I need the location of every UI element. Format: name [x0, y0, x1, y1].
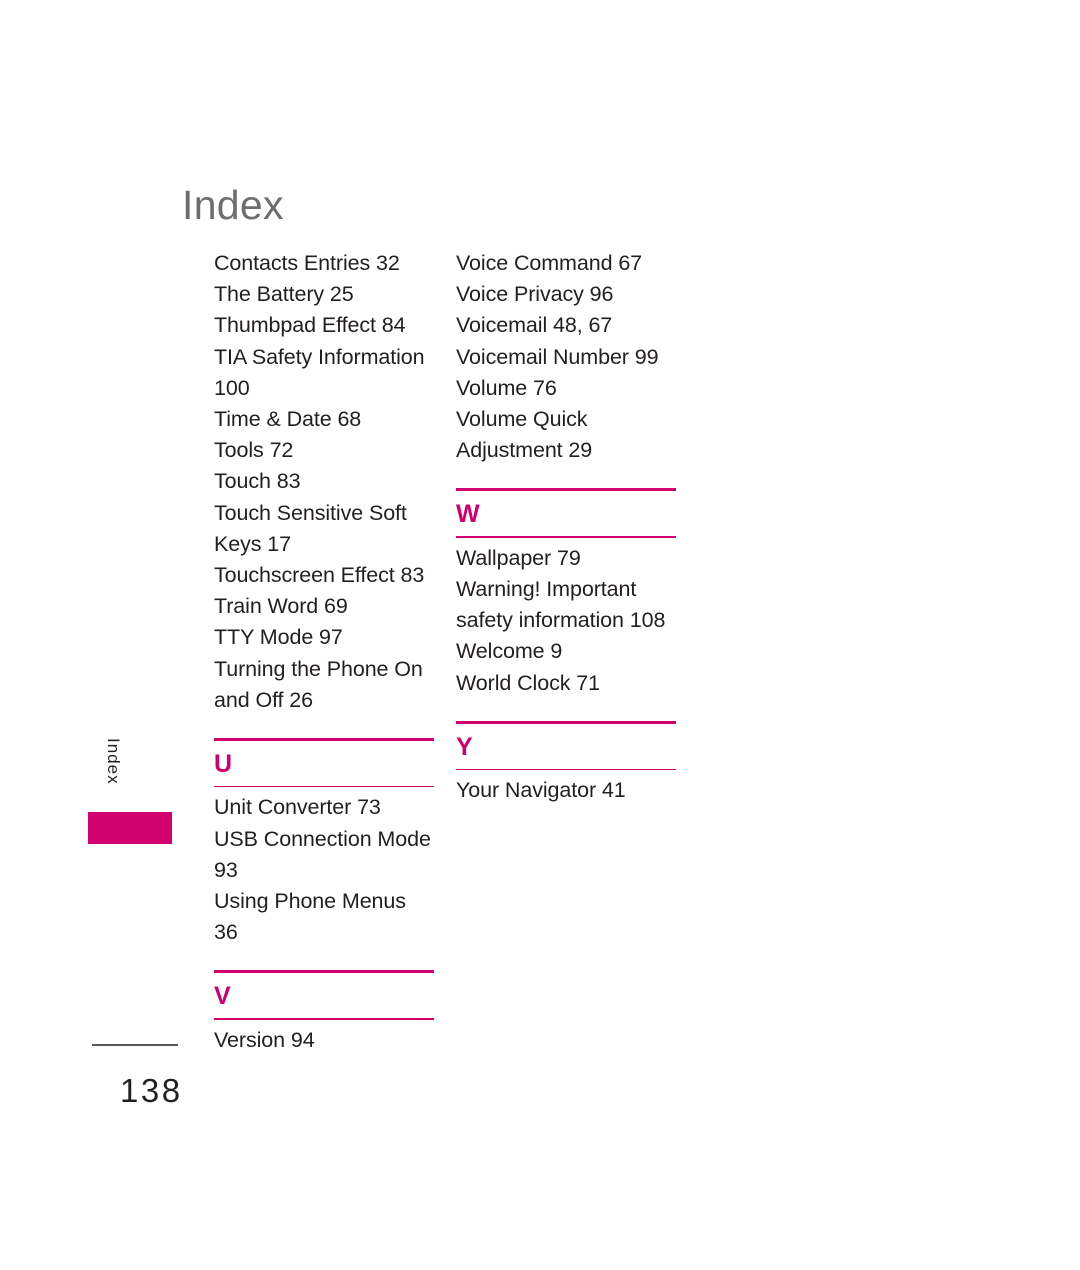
column-letter-sections: W Wallpaper 79 Warning! Important safety i… [456, 488, 676, 806]
section-letter: Y [456, 732, 473, 761]
index-entry: TTY Mode 97 [214, 625, 343, 650]
index-entry: Time & Date 68 [214, 407, 362, 432]
side-tab-label: Index [104, 738, 123, 785]
index-entry: Train Word 69 [214, 594, 348, 619]
index-entry: Welcome 9 [456, 639, 563, 664]
section-entry-list: Your Navigator 41 [456, 770, 676, 806]
index-column-right: Voice Command 67 Voice Privacy 96 Voicemai… [456, 248, 676, 806]
page-footer: 138 [92, 1044, 272, 1107]
index-entry: Thumbpad Effect 84 [214, 313, 406, 338]
index-entry: Your Navigator 41 [456, 778, 626, 803]
section-entry-list: Wallpaper 79 Warning! Important safety in… [456, 538, 676, 699]
index-entry: Touch 83 [214, 469, 301, 494]
index-entry: Volume Quick Adjustment 29 [456, 407, 593, 463]
side-tab-color-block [88, 812, 172, 844]
index-entry: Touchscreen Effect 83 [214, 563, 425, 588]
section-letter: V [214, 982, 231, 1011]
index-entry: Contacts Entries 32 [214, 251, 400, 275]
index-column-left: Contacts Entries 32 The Battery 25 Thumbpa… [214, 248, 434, 1056]
index-entry: Voice Command 67 [456, 251, 643, 275]
index-entry: Tools 72 [214, 438, 294, 463]
section-letter: U [214, 750, 233, 779]
index-entry: The Battery 25 [214, 282, 354, 307]
column-letter-sections: U Unit Converter 73 USB Connection Mode 93… [214, 738, 434, 1056]
column-leading-entries: Contacts Entries 32 The Battery 25 Thumbpa… [214, 248, 434, 716]
index-entry: Volume 76 [456, 375, 557, 400]
index-entry: Wallpaper 79 [456, 545, 581, 570]
page-title: Index [182, 182, 284, 229]
index-entry: World Clock 71 [456, 670, 600, 695]
index-entry: Voice Privacy 96 [456, 282, 614, 307]
index-entry: Unit Converter 73 [214, 795, 381, 820]
index-letter-section: U Unit Converter 73 USB Connection Mode 93… [214, 738, 434, 948]
index-entry: Voicemail 48, 67 [456, 313, 613, 338]
page-number: 138 [120, 1071, 183, 1109]
footer-divider [92, 1044, 178, 1046]
index-entry: Voicemail Number 99 [456, 344, 659, 369]
index-page: Index Contacts Entries 32 The Battery 25 T… [0, 0, 1080, 1270]
index-letter-section: Y Your Navigator 41 [456, 720, 676, 807]
index-entry: Using Phone Menus 36 [214, 889, 406, 945]
index-entry: Turning the Phone On and Off 26 [214, 656, 423, 712]
index-entry: Touch Sensitive Soft Keys 17 [214, 500, 407, 556]
index-entry: TIA Safety Information 100 [214, 344, 425, 400]
index-letter-section: W Wallpaper 79 Warning! Important safety i… [456, 488, 676, 698]
section-letter: W [456, 500, 480, 529]
section-entry-list: Unit Converter 73 USB Connection Mode 93 U… [214, 787, 434, 948]
index-entry: Warning! Important safety information 10… [456, 577, 666, 633]
index-entry: USB Connection Mode 93 [214, 826, 431, 882]
column-leading-entries: Voice Command 67 Voice Privacy 96 Voicemai… [456, 248, 676, 466]
